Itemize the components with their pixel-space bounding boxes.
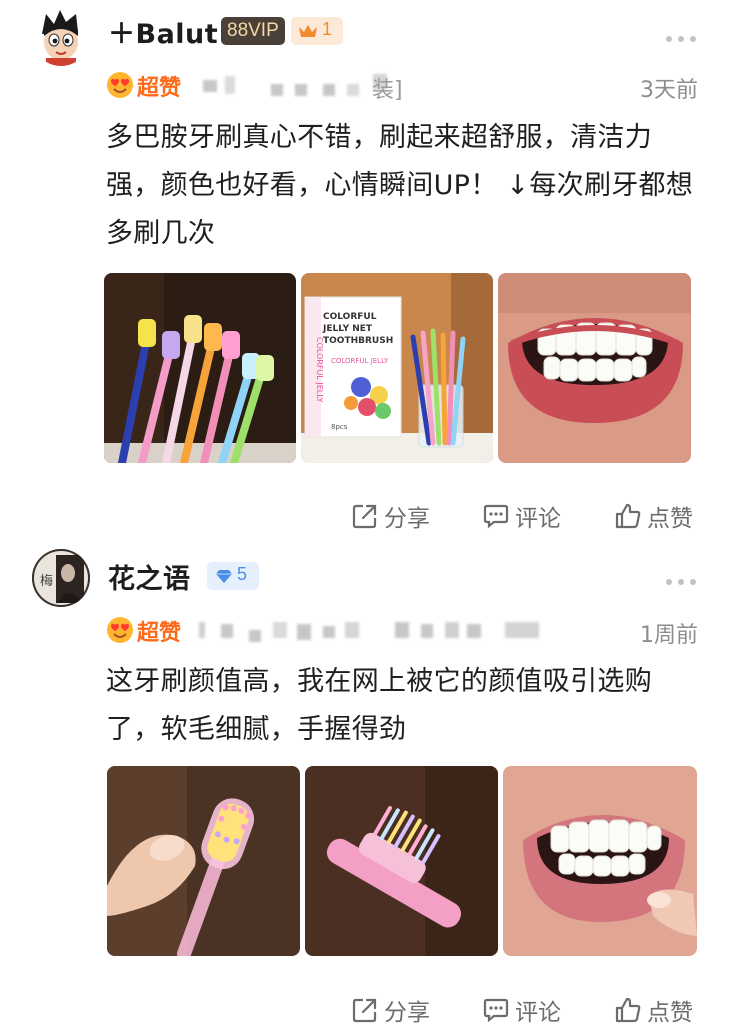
vip-badge: 88VIP	[221, 17, 285, 45]
share-label: 分享	[384, 506, 430, 532]
package-line-1: COLORFUL	[323, 312, 377, 322]
review-text: 这牙刷颜值高，我在网上被它的颜值吸引选购了，软毛细腻，手握得劲	[106, 666, 652, 745]
like-button[interactable]: 点赞	[615, 497, 705, 537]
like-button[interactable]: 点赞	[615, 991, 705, 1031]
level-badge: 5	[207, 562, 259, 590]
comment-label: 评论	[515, 1000, 561, 1026]
share-button[interactable]: 分享	[352, 991, 442, 1031]
package-line-3: TOOTHBRUSH	[323, 336, 393, 346]
love-emoji-icon	[107, 617, 133, 643]
level-number: 5	[237, 564, 248, 584]
avatar[interactable]	[32, 8, 90, 66]
avatar-character: 梅	[40, 574, 53, 589]
rating-label: 超赞	[137, 621, 182, 646]
review-card: ＋Balut 88VIP 1 超赞 装] 3天前 多巴胺牙刷真心不错，刷起来超舒…	[0, 0, 730, 545]
username[interactable]: ＋Balut	[108, 12, 218, 51]
review-date: 1周前	[640, 623, 698, 648]
review-actions: 分享 评论 点赞	[0, 497, 730, 537]
like-label: 点赞	[647, 506, 693, 532]
review-photo[interactable]: COLORFUL JELLY NET TOOTHBRUSH COLORFUL J…	[301, 273, 493, 463]
comment-icon	[483, 998, 509, 1023]
avatar[interactable]: 梅	[32, 549, 90, 607]
astro-boy-avatar-icon	[32, 8, 90, 66]
review-photo[interactable]	[107, 766, 300, 956]
like-label: 点赞	[647, 1000, 693, 1026]
diamond-icon	[216, 570, 232, 583]
share-button[interactable]: 分享	[352, 497, 442, 537]
package-line-2: JELLY NET	[322, 324, 373, 334]
love-emoji-icon	[107, 72, 133, 98]
review-photo[interactable]	[498, 273, 691, 463]
blurred-sku-info	[195, 612, 615, 646]
comment-label: 评论	[515, 506, 561, 532]
level-number: 1	[322, 19, 333, 39]
comment-icon	[483, 504, 509, 529]
sku-info-tail: 装]	[372, 78, 403, 103]
review-photo[interactable]	[104, 273, 296, 463]
more-icon[interactable]	[666, 578, 696, 586]
rating-label: 超赞	[137, 76, 182, 101]
more-icon[interactable]	[666, 35, 696, 43]
review-photo[interactable]	[503, 766, 697, 956]
username[interactable]: 花之语	[108, 557, 191, 596]
share-icon	[352, 504, 377, 529]
thumbs-up-icon	[615, 503, 641, 529]
comment-button[interactable]: 评论	[483, 991, 573, 1031]
thumbs-up-icon	[615, 997, 641, 1023]
crown-icon	[299, 25, 317, 37]
package-count: 8pcs	[331, 423, 348, 431]
review-photo[interactable]	[305, 766, 498, 956]
review-date: 3天前	[640, 78, 698, 103]
review-card: 梅 花之语 5 超赞 1周前 这牙刷颜值高，我在网上被它的颜值吸引选购了，软毛细…	[0, 545, 730, 1034]
comment-button[interactable]: 评论	[483, 497, 573, 537]
blurred-sku-info	[195, 68, 615, 102]
share-icon	[352, 998, 377, 1023]
level-badge: 1	[291, 17, 343, 45]
user-avatar-image: 梅	[32, 549, 90, 607]
share-label: 分享	[384, 1000, 430, 1026]
review-text: 多巴胺牙刷真心不错，刷起来超舒服，清洁力强，颜色也好看，心情瞬间UP！ ↓每次刷…	[106, 122, 694, 249]
package-side-text: COLORFUL JELLY	[315, 337, 324, 403]
package-tag: COLORFUL JELLY	[331, 357, 389, 365]
review-actions: 分享 评论 点赞	[0, 991, 730, 1031]
